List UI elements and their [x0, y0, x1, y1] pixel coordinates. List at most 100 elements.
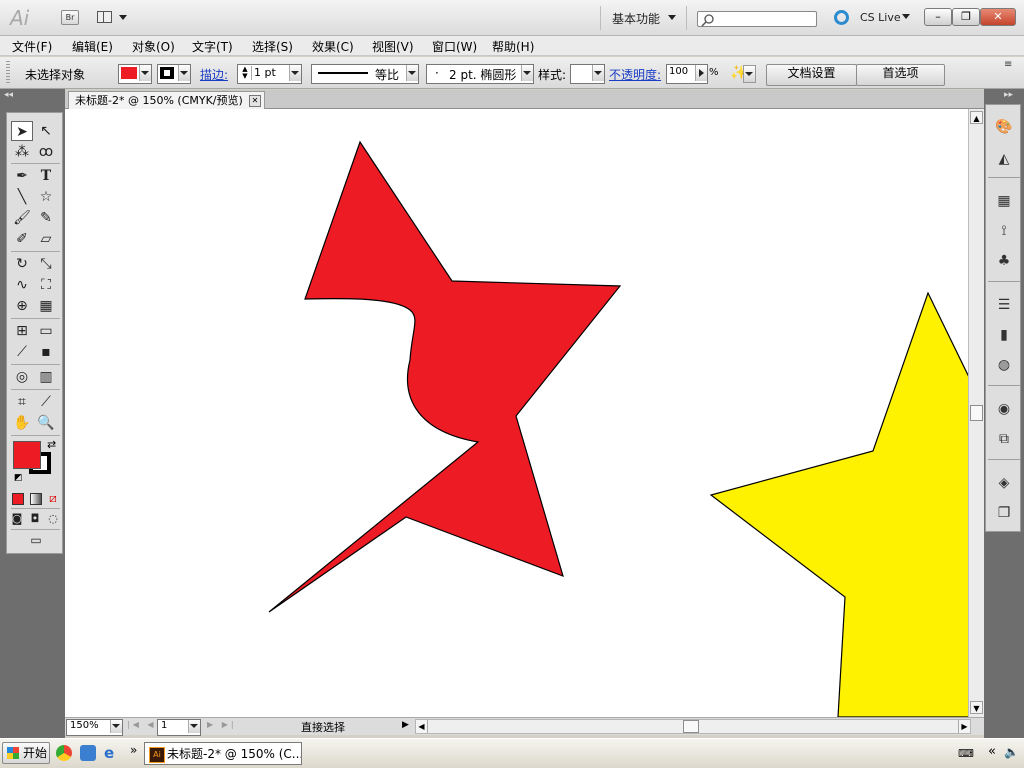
preferences-button[interactable]: 首选项 — [856, 64, 945, 86]
opacity-arrow[interactable] — [695, 65, 707, 81]
scale-tool-icon[interactable]: ⤡ — [35, 254, 57, 274]
arrange-documents-button[interactable] — [97, 10, 129, 25]
scroll-down-icon[interactable]: ▼ — [970, 701, 983, 714]
status-menu-arrow[interactable]: ▶ — [402, 720, 409, 730]
color-guide-icon[interactable]: ◭ — [994, 149, 1014, 169]
opacity-field[interactable]: 100 — [666, 64, 708, 84]
artboard-number-select[interactable]: 1 — [157, 719, 201, 736]
perspective-grid-tool-icon[interactable]: ▦ — [35, 296, 57, 316]
next-last-artboard-icons[interactable]: ▶ ▶| — [207, 720, 237, 729]
stroke-panel-link[interactable]: 描边: — [200, 66, 228, 83]
none-mode-icon[interactable]: ⧄ — [45, 490, 61, 506]
gradient-tool-icon[interactable]: ▭ — [35, 321, 57, 341]
menu-edit[interactable]: 编辑(E) — [72, 38, 113, 55]
menu-window[interactable]: 窗口(W) — [432, 38, 477, 55]
document-setup-button[interactable]: 文档设置 — [766, 64, 857, 86]
mesh-tool-icon[interactable]: ⊞ — [11, 321, 33, 341]
menu-object[interactable]: 对象(O) — [132, 38, 175, 55]
draw-behind-icon[interactable]: ◘ — [27, 511, 43, 527]
color-mode-icon[interactable] — [9, 490, 25, 506]
eraser-tool-icon[interactable]: ▱ — [35, 229, 57, 249]
taskbar-illustrator-item[interactable]: Ai 未标题-2* @ 150% (C... — [144, 742, 302, 765]
stroke-weight-field[interactable]: ▲ ▼ 1 pt — [237, 64, 302, 84]
search-input[interactable] — [697, 11, 817, 27]
stroke-color-picker[interactable] — [157, 64, 191, 84]
cslive-menu[interactable]: CS Live — [860, 11, 910, 24]
scroll-left-icon[interactable]: ◀ — [416, 720, 428, 733]
more-shortcuts-icon[interactable]: » — [130, 743, 137, 757]
zoom-tool-icon[interactable]: 🔍 — [35, 413, 57, 433]
column-graph-tool-icon[interactable]: ▥ — [35, 367, 57, 387]
horizontal-scrollbar[interactable]: ◀ ▶ — [415, 719, 971, 734]
workspace-switcher[interactable]: 基本功能 — [612, 10, 676, 27]
paintbrush-tool-icon[interactable]: 🖌 — [11, 208, 33, 228]
eyedropper-tool-icon[interactable]: ⟋ — [11, 342, 33, 362]
chrome-icon[interactable] — [56, 745, 72, 761]
bridge-button[interactable]: Br — [61, 10, 79, 25]
screen-mode-icon[interactable]: ▭ — [23, 532, 49, 548]
first-prev-artboard-icons[interactable]: |◀ ◀ — [127, 720, 157, 729]
menu-effect[interactable]: 效果(C) — [312, 38, 354, 55]
scroll-right-icon[interactable]: ▶ — [958, 720, 970, 733]
document-tab[interactable]: 未标题-2* @ 150% (CMYK/预览) ✕ — [68, 91, 265, 109]
scroll-thumb[interactable] — [683, 720, 699, 733]
pen-tool-icon[interactable]: ✒ — [11, 166, 33, 186]
gradient-mode-icon[interactable] — [27, 490, 43, 506]
draw-normal-icon[interactable]: ◙ — [9, 511, 25, 527]
opacity-panel-link[interactable]: 不透明度: — [609, 66, 661, 83]
fill-color-box[interactable] — [13, 441, 41, 469]
brushes-icon[interactable]: ⟟ — [994, 221, 1014, 241]
graphic-style-picker[interactable] — [570, 64, 605, 84]
star-tool-icon[interactable]: ☆ — [35, 187, 57, 207]
tray-expand-icon[interactable]: « — [988, 744, 996, 759]
yellow-star[interactable] — [709, 291, 968, 717]
draw-inside-icon[interactable]: ◌ — [45, 511, 61, 527]
panel-menu-icon[interactable]: ≡ — [1004, 59, 1012, 70]
direct-selection-tool-icon[interactable]: ↖ — [35, 121, 57, 141]
stroke-panel-icon[interactable]: ☰ — [994, 295, 1014, 315]
gradient-panel-icon[interactable]: ▮ — [994, 325, 1014, 345]
swatches-icon[interactable]: ▦ — [994, 191, 1014, 211]
graphic-styles-icon[interactable]: ⧉ — [994, 429, 1014, 449]
menu-help[interactable]: 帮助(H) — [492, 38, 534, 55]
scroll-thumb[interactable] — [970, 405, 983, 421]
free-transform-tool-icon[interactable]: ⛶ — [35, 275, 57, 295]
warp-tool-icon[interactable]: ∿ — [11, 275, 33, 295]
blob-brush-tool-icon[interactable]: ✐ — [11, 229, 33, 249]
menu-file[interactable]: 文件(F) — [12, 38, 52, 55]
vertical-scrollbar[interactable]: ▲ ▼ — [968, 109, 984, 717]
close-button[interactable]: ✕ — [980, 8, 1016, 26]
keyboard-icon[interactable]: ⌨ — [958, 747, 974, 760]
layers-icon[interactable]: ◈ — [994, 473, 1014, 493]
blend-tool-icon[interactable]: ▪ — [35, 342, 57, 362]
slice-tool-icon[interactable]: ⟋ — [35, 392, 57, 412]
expand-panels-icon[interactable]: ▸▸ — [1004, 90, 1013, 100]
zoom-select[interactable]: 150% — [66, 719, 123, 736]
minimize-button[interactable]: – — [924, 8, 952, 26]
pencil-tool-icon[interactable]: ✎ — [35, 208, 57, 228]
appearance-panel-icon[interactable]: ◉ — [994, 399, 1014, 419]
shape-builder-tool-icon[interactable]: ⊕ — [11, 296, 33, 316]
type-tool-icon[interactable]: T — [35, 166, 57, 186]
symbols-icon[interactable]: ♣ — [994, 251, 1014, 271]
menu-select[interactable]: 选择(S) — [252, 38, 293, 55]
rotate-tool-icon[interactable]: ↻ — [11, 254, 33, 274]
stepper-icon[interactable]: ▲ ▼ — [239, 66, 252, 80]
artboards-icon[interactable]: ❐ — [994, 503, 1014, 523]
collapse-panel-icon[interactable]: ◂◂ — [4, 90, 13, 100]
recolor-artwork-button[interactable]: ✨ — [730, 65, 756, 83]
color-panel-icon[interactable]: 🎨 — [994, 117, 1014, 137]
menu-type[interactable]: 文字(T) — [192, 38, 233, 55]
brush-select[interactable]: · 2 pt. 椭圆形 — [426, 64, 534, 84]
speaker-icon[interactable]: 🔈 — [1004, 745, 1019, 759]
restore-button[interactable]: ❐ — [952, 8, 980, 26]
red-shape[interactable] — [268, 140, 622, 613]
magic-wand-tool-icon[interactable]: ⁂ — [11, 142, 33, 162]
hand-tool-icon[interactable]: ✋ — [11, 413, 33, 433]
stroke-profile-select[interactable]: 等比 — [311, 64, 419, 84]
fill-color-picker[interactable] — [118, 64, 152, 84]
line-tool-icon[interactable]: ╲ — [11, 187, 33, 207]
swap-colors-icon[interactable]: ⇄ — [47, 438, 56, 451]
menu-view[interactable]: 视图(V) — [372, 38, 414, 55]
start-button[interactable]: 开始 — [2, 742, 50, 764]
